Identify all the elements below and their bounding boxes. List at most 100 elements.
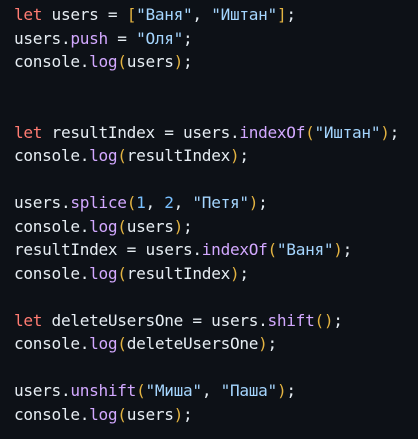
code-editor[interactable]: let users = ["Ваня", "Иштан"]; users.push…	[0, 0, 418, 439]
method-token: log	[89, 52, 118, 71]
bracket-token: (	[314, 310, 324, 330]
code-text: ;	[239, 146, 249, 165]
code-text: ;	[239, 263, 249, 283]
code-line: let resultIndex = users.indexOf("Иштан")…	[14, 121, 418, 145]
method-token: splice	[70, 193, 127, 212]
bracket-token: (	[117, 263, 127, 283]
code-text: ,	[192, 5, 212, 24]
bracket-token: (	[117, 404, 127, 424]
code-text: users.	[14, 28, 71, 48]
string-literal: "Иштан"	[211, 5, 277, 24]
bracket-token: )	[173, 216, 184, 236]
bracket-token: )	[173, 404, 184, 424]
code-text: ,	[201, 381, 221, 400]
code-text: resultIndex	[126, 263, 231, 283]
code-text: ;	[389, 122, 400, 142]
bracket-token: )	[248, 193, 259, 212]
bracket-token: )	[229, 263, 240, 283]
bracket-token: )	[173, 52, 184, 71]
method-token: indexOf	[201, 240, 268, 259]
bracket-token: (	[117, 146, 127, 165]
code-text: console.	[14, 334, 90, 353]
bracket-token: )	[323, 310, 334, 330]
code-block[interactable]: let users = ["Ваня", "Иштан"]; users.push…	[14, 3, 418, 426]
code-line: let users = ["Ваня", "Иштан"];	[14, 3, 418, 27]
keyword-token: let	[14, 5, 43, 24]
method-token: log	[89, 263, 118, 283]
bracket-token: )	[333, 240, 343, 259]
method-token: log	[89, 334, 118, 353]
bracket-token: (	[126, 193, 137, 212]
code-text: ;	[183, 28, 193, 48]
string-literal: "Петя"	[192, 193, 249, 212]
code-text: console.	[14, 404, 90, 424]
bracket-token: )	[380, 122, 390, 142]
keyword-token: let	[14, 310, 43, 330]
method-token: push	[70, 28, 108, 48]
method-token: log	[89, 404, 118, 424]
keyword-token: let	[14, 122, 43, 142]
code-text: users.	[14, 193, 71, 212]
code-line: users.push = "Оля";	[14, 27, 418, 51]
method-token: indexOf	[239, 122, 306, 142]
bracket-token: [	[126, 5, 137, 24]
code-text: console.	[14, 216, 90, 236]
code-text: deleteUsersOne	[126, 334, 259, 353]
bracket-token: )	[258, 334, 268, 353]
code-text: console.	[14, 146, 90, 165]
string-literal: "Ваня"	[276, 240, 334, 259]
code-line: console.log(users);	[14, 50, 418, 74]
code-text: ;	[286, 381, 296, 400]
code-text: ,	[145, 193, 165, 212]
code-text: users =	[42, 5, 127, 24]
code-text: console.	[14, 52, 90, 71]
code-line: console.log(deleteUsersOne);	[14, 332, 418, 356]
code-text: ;	[333, 310, 343, 330]
code-text: ;	[183, 216, 193, 236]
bracket-token: )	[229, 146, 240, 165]
string-literal: "Ваня"	[136, 5, 193, 24]
code-text: ,	[173, 193, 193, 212]
code-text: deleteUsersOne = users.	[42, 310, 268, 330]
code-text: users	[126, 404, 174, 424]
code-text: resultIndex = users.	[42, 122, 240, 142]
code-text: ;	[258, 193, 268, 212]
code-line: let deleteUsersOne = users.shift();	[14, 309, 418, 333]
code-text: =	[107, 28, 137, 48]
bracket-token: (	[117, 52, 127, 71]
bracket-token: (	[267, 240, 278, 259]
code-text: ;	[342, 240, 353, 259]
string-literal: "Миша"	[145, 381, 202, 400]
code-line: users.unshift("Миша", "Паша");	[14, 379, 418, 403]
string-literal: "Паша"	[220, 381, 278, 400]
string-literal: "Оля"	[136, 28, 184, 48]
code-text: console.	[14, 263, 90, 283]
code-line: users.splice(1, 2, "Петя");	[14, 191, 418, 215]
method-token: log	[89, 146, 118, 165]
code-line: console.log(users);	[14, 403, 418, 427]
code-text: users	[126, 52, 174, 71]
number-literal: 2	[164, 193, 174, 212]
string-literal: "Иштан"	[314, 122, 381, 142]
method-token: shift	[267, 310, 315, 330]
code-text: ;	[183, 404, 193, 424]
code-line: console.log(resultIndex);	[14, 144, 418, 168]
code-line: console.log(resultIndex);	[14, 262, 418, 286]
bracket-token: )	[276, 381, 287, 400]
bracket-token: (	[117, 216, 127, 236]
code-text: resultIndex	[126, 146, 231, 165]
code-text: resultIndex = users.	[14, 240, 202, 259]
method-token: unshift	[70, 381, 137, 400]
code-line: console.log(users);	[14, 215, 418, 239]
bracket-token: ]	[276, 5, 287, 24]
code-line: resultIndex = users.indexOf("Ваня");	[14, 238, 418, 262]
code-text: users	[126, 216, 174, 236]
code-text: ;	[267, 334, 278, 353]
bracket-token: (	[117, 334, 127, 353]
code-text: ;	[286, 5, 296, 24]
